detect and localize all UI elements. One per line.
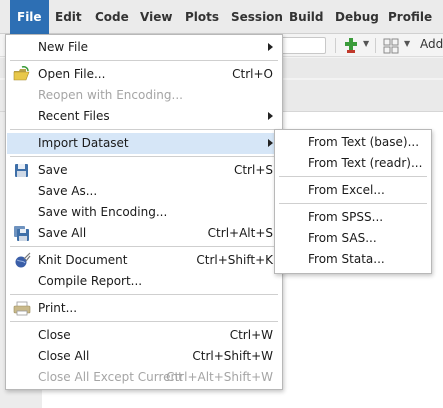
menu-item-save-with-encoding[interactable]: Save with Encoding... (7, 202, 281, 223)
menu-item-shortcut: Ctrl+Alt+S (207, 226, 273, 240)
menu-item-label: Compile Report... (38, 274, 143, 288)
menu-plots[interactable]: Plots (185, 0, 219, 34)
menu-item-compile-report[interactable]: Compile Report... (7, 271, 281, 292)
knit-icon (13, 252, 31, 269)
chevron-down-icon[interactable]: ▼ (404, 39, 410, 48)
menu-separator (10, 321, 278, 322)
submenu-arrow-icon (268, 112, 273, 120)
menu-item-shortcut: Ctrl+W (229, 328, 273, 342)
menu-session[interactable]: Session (231, 0, 283, 34)
menu-separator (279, 203, 427, 204)
submenu-arrow-icon (268, 43, 273, 51)
submenu-item-from-text-readr[interactable]: From Text (readr)... (276, 153, 430, 174)
open-folder-icon (13, 66, 31, 83)
menu-separator (10, 294, 278, 295)
menu-item-shortcut: Ctrl+Alt+Shift+W (166, 370, 273, 384)
menu-file[interactable]: File (10, 0, 49, 34)
print-icon (13, 300, 31, 317)
menu-item-new-file[interactable]: New File (7, 37, 281, 58)
menu-item-save[interactable]: Save Ctrl+S (7, 160, 281, 181)
save-icon (13, 162, 31, 179)
menu-item-label: Save with Encoding... (38, 205, 168, 219)
submenu-item-from-text-base[interactable]: From Text (base)... (276, 132, 430, 153)
menu-build[interactable]: Build (289, 0, 324, 34)
menu-item-recent-files[interactable]: Recent Files (7, 106, 281, 127)
menu-profile[interactable]: Profile (388, 0, 432, 34)
toolbar-divider (335, 38, 336, 53)
addins-button[interactable]: Addi (420, 37, 443, 51)
menu-item-label: Reopen with Encoding... (38, 88, 183, 102)
menu-item-label: Open File... (38, 67, 106, 81)
submenu-item-from-stata[interactable]: From Stata... (276, 249, 430, 270)
menu-item-shortcut: Ctrl+O (232, 67, 273, 81)
chevron-down-icon[interactable]: ▼ (363, 39, 369, 48)
menu-item-label: Print... (38, 301, 78, 315)
menu-item-shortcut: Ctrl+Shift+K (196, 253, 273, 267)
menu-item-knit-document[interactable]: Knit Document Ctrl+Shift+K (7, 250, 281, 271)
menu-separator (279, 176, 427, 177)
menu-item-label: From Text (readr)... (308, 156, 423, 170)
menu-item-save-all[interactable]: Save All Ctrl+Alt+S (7, 223, 281, 244)
menu-item-close-all[interactable]: Close All Ctrl+Shift+W (7, 346, 281, 367)
menu-item-label: From Excel... (308, 183, 385, 197)
menu-item-label: Close (38, 328, 71, 342)
submenu-item-from-excel[interactable]: From Excel... (276, 180, 430, 201)
menu-item-print[interactable]: Print... (7, 298, 281, 319)
pane-layout-icon[interactable] (383, 37, 399, 54)
menu-item-label: Import Dataset (38, 136, 129, 150)
import-dataset-submenu: From Text (base)... From Text (readr)...… (274, 129, 432, 274)
menu-item-label: From SPSS... (308, 210, 384, 224)
menu-separator (10, 60, 278, 61)
menu-item-shortcut: Ctrl+Shift+W (192, 349, 273, 363)
menu-separator (10, 246, 278, 247)
menu-bar: File Edit Code View Plots Session Build … (0, 0, 443, 34)
menu-item-label: Save (38, 163, 68, 177)
menu-view[interactable]: View (140, 0, 172, 34)
menu-item-label: Close All (38, 349, 90, 363)
menu-item-label: Knit Document (38, 253, 128, 267)
toolbar-divider (375, 38, 376, 53)
submenu-arrow-icon (268, 139, 273, 147)
menu-item-label: Save As... (38, 184, 98, 198)
menu-item-open-file[interactable]: Open File... Ctrl+O (7, 64, 281, 85)
menu-item-label: Recent Files (38, 109, 110, 123)
menu-item-label: From Stata... (308, 252, 385, 266)
menu-separator (10, 129, 278, 130)
menu-separator (10, 156, 278, 157)
run-icon[interactable] (343, 37, 359, 54)
save-all-icon (13, 225, 31, 242)
menu-item-label: From SAS... (308, 231, 377, 245)
menu-item-label: New File (38, 40, 89, 54)
menu-debug[interactable]: Debug (335, 0, 379, 34)
menu-edit[interactable]: Edit (55, 0, 82, 34)
submenu-item-from-sas[interactable]: From SAS... (276, 228, 430, 249)
menu-item-label: Close All Except Current (38, 370, 183, 384)
menu-item-label: From Text (base)... (308, 135, 420, 149)
menu-item-import-dataset[interactable]: Import Dataset (7, 133, 281, 154)
submenu-item-from-spss[interactable]: From SPSS... (276, 207, 430, 228)
menu-item-reopen-with-encoding: Reopen with Encoding... (7, 85, 281, 106)
menu-item-close-all-except-current: Close All Except Current Ctrl+Alt+Shift+… (7, 367, 281, 388)
menu-item-close[interactable]: Close Ctrl+W (7, 325, 281, 346)
file-menu: New File Open File... Ctrl+O Reopen with… (5, 34, 283, 390)
menu-item-save-as[interactable]: Save As... (7, 181, 281, 202)
menu-item-shortcut: Ctrl+S (233, 163, 273, 177)
menu-code[interactable]: Code (95, 0, 129, 34)
menu-item-label: Save All (38, 226, 87, 240)
